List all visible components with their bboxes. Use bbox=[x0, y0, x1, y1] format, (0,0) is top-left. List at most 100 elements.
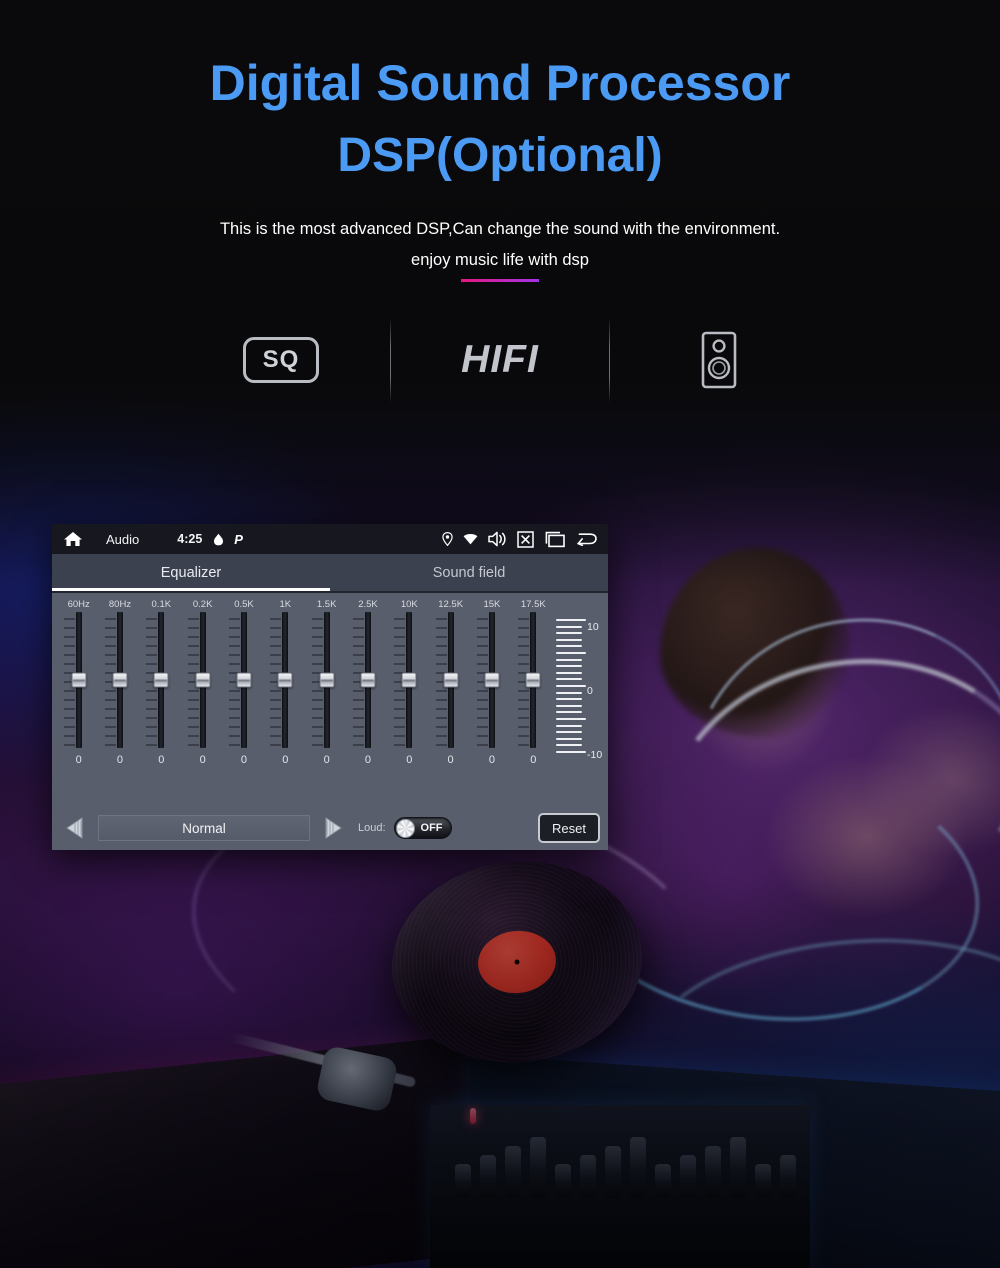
band-slider-thumb[interactable] bbox=[443, 672, 459, 688]
band-slider[interactable] bbox=[58, 612, 99, 750]
equalizer-device-screen[interactable]: Audio 4:25 P Equalizer Sound field 60Hz … bbox=[52, 524, 608, 850]
band-slider-track[interactable] bbox=[187, 612, 211, 748]
band-slider-track[interactable] bbox=[518, 612, 541, 748]
band-value: 0 bbox=[364, 754, 372, 766]
band-slider-thumb[interactable] bbox=[236, 672, 252, 688]
tab-sound-field[interactable]: Sound field bbox=[330, 554, 608, 591]
loudness-toggle[interactable]: OFF bbox=[393, 817, 452, 839]
slider-tick bbox=[311, 744, 323, 746]
band-slider[interactable] bbox=[306, 612, 347, 750]
parking-icon: P bbox=[234, 531, 243, 547]
slider-tick bbox=[63, 744, 75, 746]
volume-icon[interactable] bbox=[488, 531, 507, 547]
slider-tick bbox=[476, 726, 488, 728]
badge-hifi: HIFI bbox=[391, 310, 609, 410]
slider-tick bbox=[394, 708, 406, 710]
band-slider[interactable] bbox=[141, 612, 182, 750]
slider-tick bbox=[104, 690, 116, 692]
close-x-icon[interactable] bbox=[517, 530, 534, 548]
slider-tick bbox=[146, 618, 158, 620]
slider-tick bbox=[187, 744, 199, 746]
next-triangle-icon[interactable] bbox=[318, 814, 348, 842]
band-slider-thumb[interactable] bbox=[112, 672, 128, 688]
slider-tick bbox=[270, 618, 282, 620]
slider-tick bbox=[63, 699, 75, 701]
band-slider-thumb[interactable] bbox=[195, 672, 211, 688]
slider-tick bbox=[518, 726, 530, 728]
slider-tick bbox=[311, 708, 323, 710]
bluetooth-drop-icon bbox=[213, 533, 224, 546]
band-slider-track[interactable] bbox=[104, 612, 128, 748]
mixer-knob bbox=[680, 1155, 696, 1198]
slider-tick bbox=[63, 735, 75, 737]
band-slider-thumb[interactable] bbox=[319, 672, 335, 688]
band-slider-thumb[interactable] bbox=[360, 672, 376, 688]
slider-tick bbox=[435, 708, 447, 710]
band-slider[interactable] bbox=[99, 612, 140, 750]
band-slider-thumb[interactable] bbox=[153, 672, 169, 688]
band-slider-row[interactable] bbox=[56, 610, 604, 750]
band-slider-track[interactable] bbox=[476, 612, 500, 748]
slider-tick bbox=[228, 627, 240, 629]
tab-equalizer[interactable]: Equalizer bbox=[52, 554, 330, 591]
slider-tick bbox=[187, 645, 199, 647]
recents-icon[interactable] bbox=[544, 531, 566, 548]
android-status-bar: Audio 4:25 P bbox=[52, 524, 608, 554]
slider-tick bbox=[435, 627, 447, 629]
slider-tick bbox=[187, 654, 199, 656]
band-slider-track[interactable] bbox=[394, 612, 417, 748]
equalizer-controls-bar[interactable]: Normal Loud: OFF Reset bbox=[52, 806, 608, 850]
loudness-label: Loud: bbox=[358, 822, 386, 834]
slider-tick bbox=[352, 645, 364, 647]
ruler-dash bbox=[556, 671, 582, 674]
slider-tick bbox=[518, 645, 530, 647]
home-icon[interactable] bbox=[62, 528, 84, 550]
slider-tick bbox=[311, 699, 323, 701]
band-slider[interactable] bbox=[347, 612, 388, 750]
band-slider-thumb[interactable] bbox=[401, 672, 417, 688]
slider-tick bbox=[270, 735, 282, 737]
ruler-scale-label: 0 bbox=[587, 685, 593, 697]
band-slider-track[interactable] bbox=[435, 612, 459, 748]
location-pin-icon bbox=[442, 532, 453, 546]
prev-triangle-icon[interactable] bbox=[60, 814, 90, 842]
eq-tab-bar[interactable]: Equalizer Sound field bbox=[52, 554, 608, 591]
slider-tick bbox=[394, 636, 406, 638]
band-slider-thumb[interactable] bbox=[71, 672, 87, 688]
page-title: Digital Sound Processor DSP(Optional) bbox=[0, 58, 1000, 180]
slider-tick bbox=[435, 717, 447, 719]
band-slider-track[interactable] bbox=[146, 612, 169, 748]
slider-tick bbox=[518, 708, 530, 710]
band-slider-thumb[interactable] bbox=[525, 672, 541, 688]
band-slider[interactable] bbox=[182, 612, 223, 750]
reset-button[interactable]: Reset bbox=[538, 813, 600, 843]
band-frequency-label: 17.5K bbox=[520, 599, 546, 610]
slider-tick bbox=[63, 654, 75, 656]
band-slider-track[interactable] bbox=[270, 612, 293, 748]
ruler-dash bbox=[556, 724, 582, 727]
band-slider-thumb[interactable] bbox=[277, 672, 293, 688]
back-arrow-icon[interactable] bbox=[576, 532, 598, 546]
slider-tick bbox=[311, 690, 323, 692]
slider-tick bbox=[352, 618, 364, 620]
band-slider-track[interactable] bbox=[63, 612, 87, 748]
tab-equalizer-label: Equalizer bbox=[160, 564, 222, 581]
band-slider-thumb[interactable] bbox=[484, 672, 500, 688]
slider-tick bbox=[146, 744, 158, 746]
band-slider-track[interactable] bbox=[228, 612, 252, 748]
band-slider[interactable] bbox=[389, 612, 430, 750]
slider-tick bbox=[104, 636, 116, 638]
band-slider[interactable] bbox=[471, 612, 512, 750]
band-slider-track[interactable] bbox=[352, 612, 376, 748]
band-slider[interactable] bbox=[223, 612, 264, 750]
preset-field[interactable]: Normal bbox=[98, 815, 310, 841]
sq-badge-box: SQ bbox=[243, 337, 319, 383]
equalizer-panel: 60Hz 80Hz 0.1K 0.2K 0.5K 1K 1.5K 2.5K 10K 12.5K 15… bbox=[52, 591, 608, 850]
band-slider[interactable] bbox=[430, 612, 471, 750]
slider-tick bbox=[352, 699, 364, 701]
band-slider[interactable] bbox=[513, 612, 554, 750]
slider-tick bbox=[228, 690, 240, 692]
band-slider[interactable] bbox=[265, 612, 306, 750]
slider-tick bbox=[518, 735, 530, 737]
band-slider-track[interactable] bbox=[311, 612, 335, 748]
